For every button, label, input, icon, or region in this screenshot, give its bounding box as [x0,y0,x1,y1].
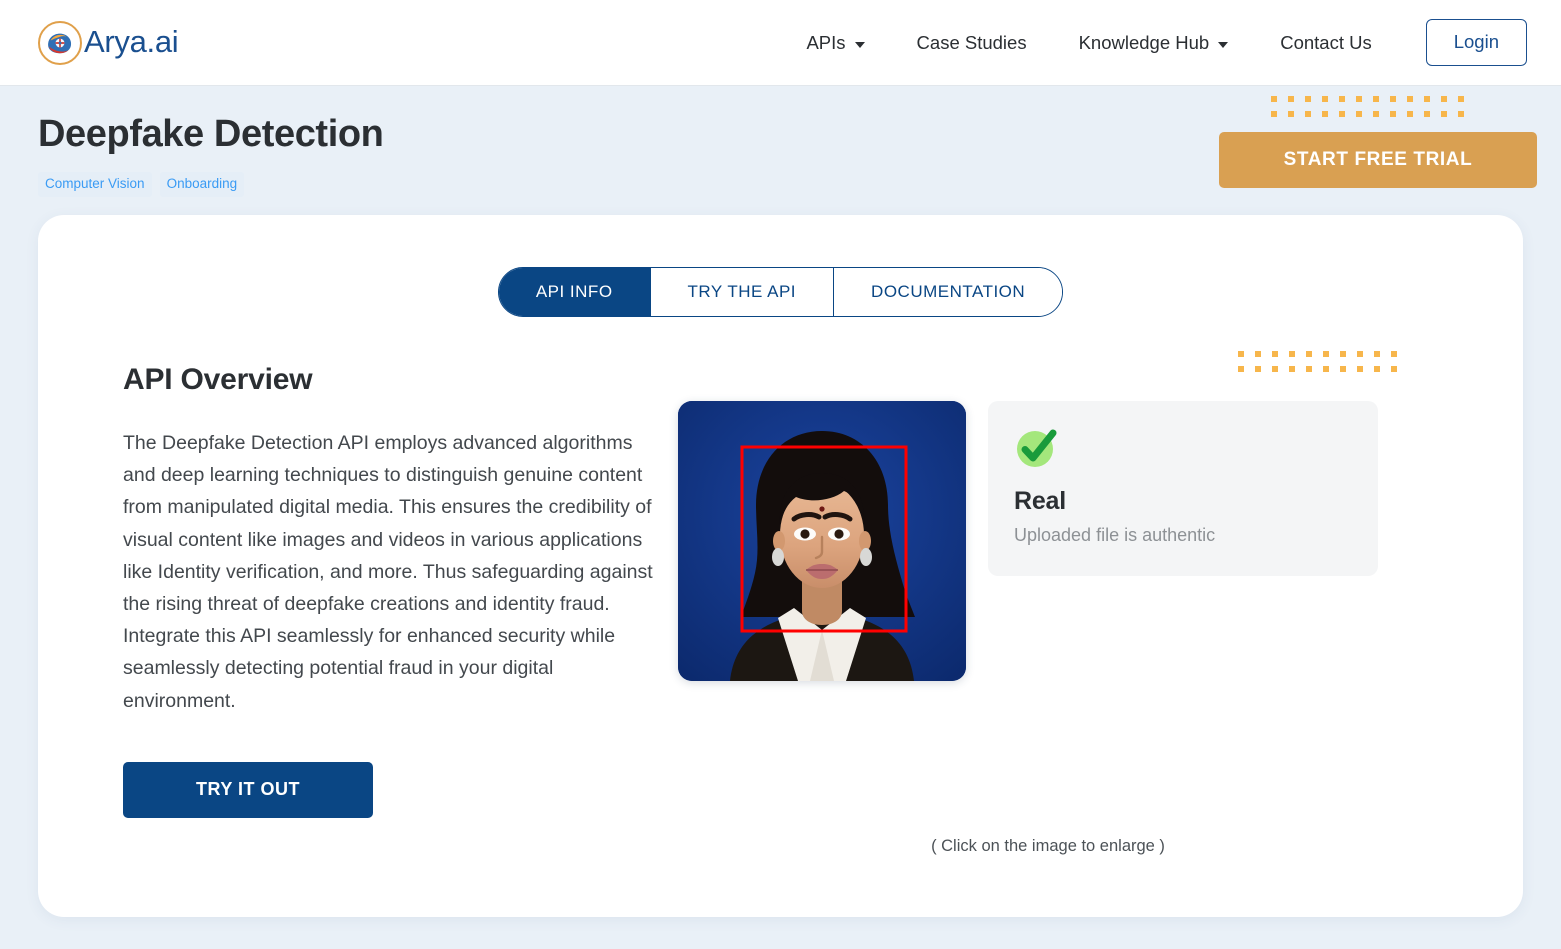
brand-logo[interactable]: Arya.ai [38,20,179,65]
result-description: Uploaded file is authentic [1014,525,1216,545]
start-free-trial-button[interactable]: START FREE TRIAL [1219,132,1537,188]
tab-api-info[interactable]: API INFO [498,268,650,316]
api-detail-card: API INFO TRY THE API DOCUMENTATION API O… [38,215,1523,917]
green-check-circle-icon [1014,424,1060,470]
tab-try-the-api[interactable]: TRY THE API [649,268,834,316]
login-button[interactable]: Login [1425,19,1527,66]
nav-item-label: Knowledge Hub [1078,31,1210,53]
api-overview-description: The Deepfake Detection API employs advan… [123,432,653,712]
nav-item-label: APIs [806,31,846,53]
result-verdict: Real [1014,487,1067,515]
tag-computer-vision[interactable]: Computer Vision [38,171,152,197]
decorative-dot-grid-middle [1238,351,1397,372]
nav-item-contact-us[interactable]: Contact Us [1254,22,1398,64]
nav-item-knowledge-hub[interactable]: Knowledge Hub [1053,22,1255,64]
site-header: Arya.ai APIs Case Studies Knowledge Hub … [0,0,1561,86]
enlarge-hint-text: ( Click on the image to enlarge ) [931,837,1165,855]
demo-result-row: Real Uploaded file is authentic [678,401,1523,681]
tab-documentation[interactable]: DOCUMENTATION [833,268,1063,316]
nav-item-case-studies[interactable]: Case Studies [891,22,1053,64]
demo-column: Real Uploaded file is authentic ( Click … [678,351,1523,855]
decorative-dot-grid-top [1271,96,1464,117]
try-it-out-button[interactable]: TRY IT OUT [123,761,373,818]
tab-group: API INFO TRY THE API DOCUMENTATION [497,267,1064,317]
detection-result-card: Real Uploaded file is authentic [988,401,1378,576]
brain-circle-logo-icon [38,20,82,65]
sample-image-thumbnail[interactable] [678,401,966,681]
nav-item-label: Contact Us [1280,31,1372,53]
chevron-down-icon [854,41,865,48]
nav-item-label: Case Studies [916,31,1027,53]
tag-onboarding[interactable]: Onboarding [159,171,245,197]
brand-name: Arya.ai [84,23,179,59]
nav-item-apis[interactable]: APIs [780,22,890,64]
chevron-down-icon [1218,41,1229,48]
main-navigation: APIs Case Studies Knowledge Hub Contact … [780,19,1527,66]
section-title-api-overview: API Overview [123,363,313,396]
tab-panel-api-info: API Overview The Deepfake Detection API … [38,317,1523,855]
overview-column: API Overview The Deepfake Detection API … [38,363,678,818]
page-title-band: Deepfake Detection Computer Vision Onboa… [0,86,1561,216]
tab-bar: API INFO TRY THE API DOCUMENTATION [38,215,1523,317]
